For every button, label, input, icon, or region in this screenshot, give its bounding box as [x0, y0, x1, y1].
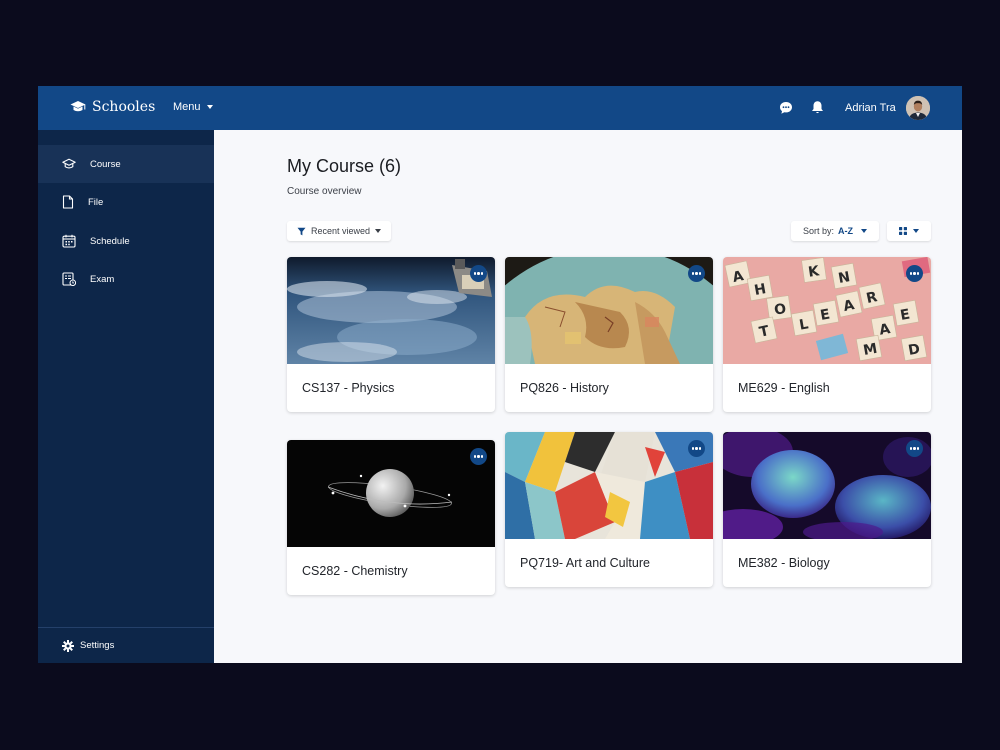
course-card-physics[interactable]: CS137 - Physics — [287, 257, 495, 412]
course-title: CS137 - Physics — [302, 381, 395, 395]
course-image-planet — [287, 440, 495, 547]
file-icon — [62, 195, 74, 209]
sidebar-item-label: Schedule — [90, 235, 130, 247]
chat-icon[interactable] — [779, 101, 793, 115]
course-title: CS282 - Chemistry — [302, 564, 408, 578]
brand-name: Schooles — [92, 99, 156, 115]
course-image-coral — [723, 432, 931, 539]
grid-icon — [899, 227, 907, 235]
more-options-button[interactable] — [470, 265, 487, 282]
app-window: Schooles Menu Adrian Tra Course File Sch… — [38, 86, 962, 663]
chevron-down-icon — [861, 229, 868, 233]
exam-icon — [62, 272, 76, 286]
more-options-button[interactable] — [688, 440, 705, 457]
more-options-button[interactable] — [470, 448, 487, 465]
menu-label: Menu — [173, 101, 201, 113]
page-title: My Course (6) — [287, 156, 402, 176]
page-subtitle: Course overview — [287, 186, 362, 197]
more-options-button[interactable] — [906, 440, 923, 457]
view-toggle[interactable] — [887, 221, 931, 241]
gear-icon — [62, 639, 74, 652]
sidebar-item-label: Course — [90, 158, 121, 170]
chevron-down-icon — [206, 105, 213, 109]
sort-prefix: Sort by: — [803, 226, 835, 236]
course-title: PQ826 - History — [520, 381, 609, 395]
brand-logo[interactable]: Schooles — [70, 99, 155, 115]
sort-value: A-Z — [838, 226, 854, 236]
main-content: My Course (6) Course overview Recent vie… — [214, 130, 962, 663]
more-options-button[interactable] — [906, 265, 923, 282]
course-card-biology[interactable]: ME382 - Biology — [723, 432, 931, 587]
graduation-cap-icon — [70, 101, 86, 112]
course-image-globe — [505, 257, 713, 364]
sidebar-item-label: File — [88, 196, 104, 208]
course-image-abstract-painting — [505, 432, 713, 539]
sidebar-item-file[interactable]: File — [38, 183, 214, 221]
more-options-button[interactable] — [688, 265, 705, 282]
user-name[interactable]: Adrian Tra — [845, 102, 896, 114]
svg-text:O: O — [773, 301, 787, 319]
sidebar: Course File Schedule Exam Settings — [38, 130, 214, 663]
settings-label: Settings — [80, 640, 115, 651]
course-card-art-and-culture[interactable]: PQ719- Art and Culture — [505, 432, 713, 587]
course-title: ME629 - English — [738, 381, 830, 395]
chevron-down-icon — [375, 229, 382, 233]
course-card-history[interactable]: PQ826 - History — [505, 257, 713, 412]
course-card-chemistry[interactable]: CS282 - Chemistry — [287, 440, 495, 595]
top-bar: Schooles Menu Adrian Tra — [38, 86, 962, 130]
course-title: ME382 - Biology — [738, 556, 830, 570]
sort-dropdown[interactable]: Sort by: A-Z — [791, 221, 880, 241]
sidebar-item-label: Exam — [90, 273, 115, 285]
calendar-icon — [62, 234, 76, 248]
course-title: PQ719- Art and Culture — [520, 556, 650, 570]
course-card-english[interactable]: A H O T L E A R A E M D K N ME629 - Engl… — [723, 257, 931, 412]
graduation-cap-icon — [62, 158, 76, 168]
sidebar-item-settings[interactable]: Settings — [38, 627, 214, 663]
menu-dropdown[interactable]: Menu — [173, 101, 213, 113]
filter-dropdown[interactable]: Recent viewed — [287, 221, 392, 241]
chevron-down-icon — [913, 229, 919, 233]
avatar[interactable] — [906, 96, 930, 120]
sidebar-item-schedule[interactable]: Schedule — [38, 222, 214, 260]
sidebar-item-course[interactable]: Course — [38, 145, 214, 183]
course-image-letter-tiles: A H O T L E A R A E M D K N — [723, 257, 931, 364]
course-image-earth — [287, 257, 495, 364]
bell-icon[interactable] — [811, 100, 824, 115]
sidebar-item-exam[interactable]: Exam — [38, 260, 214, 298]
filter-icon — [297, 227, 306, 235]
filter-label: Recent viewed — [311, 226, 371, 236]
svg-text:M: M — [862, 341, 879, 359]
